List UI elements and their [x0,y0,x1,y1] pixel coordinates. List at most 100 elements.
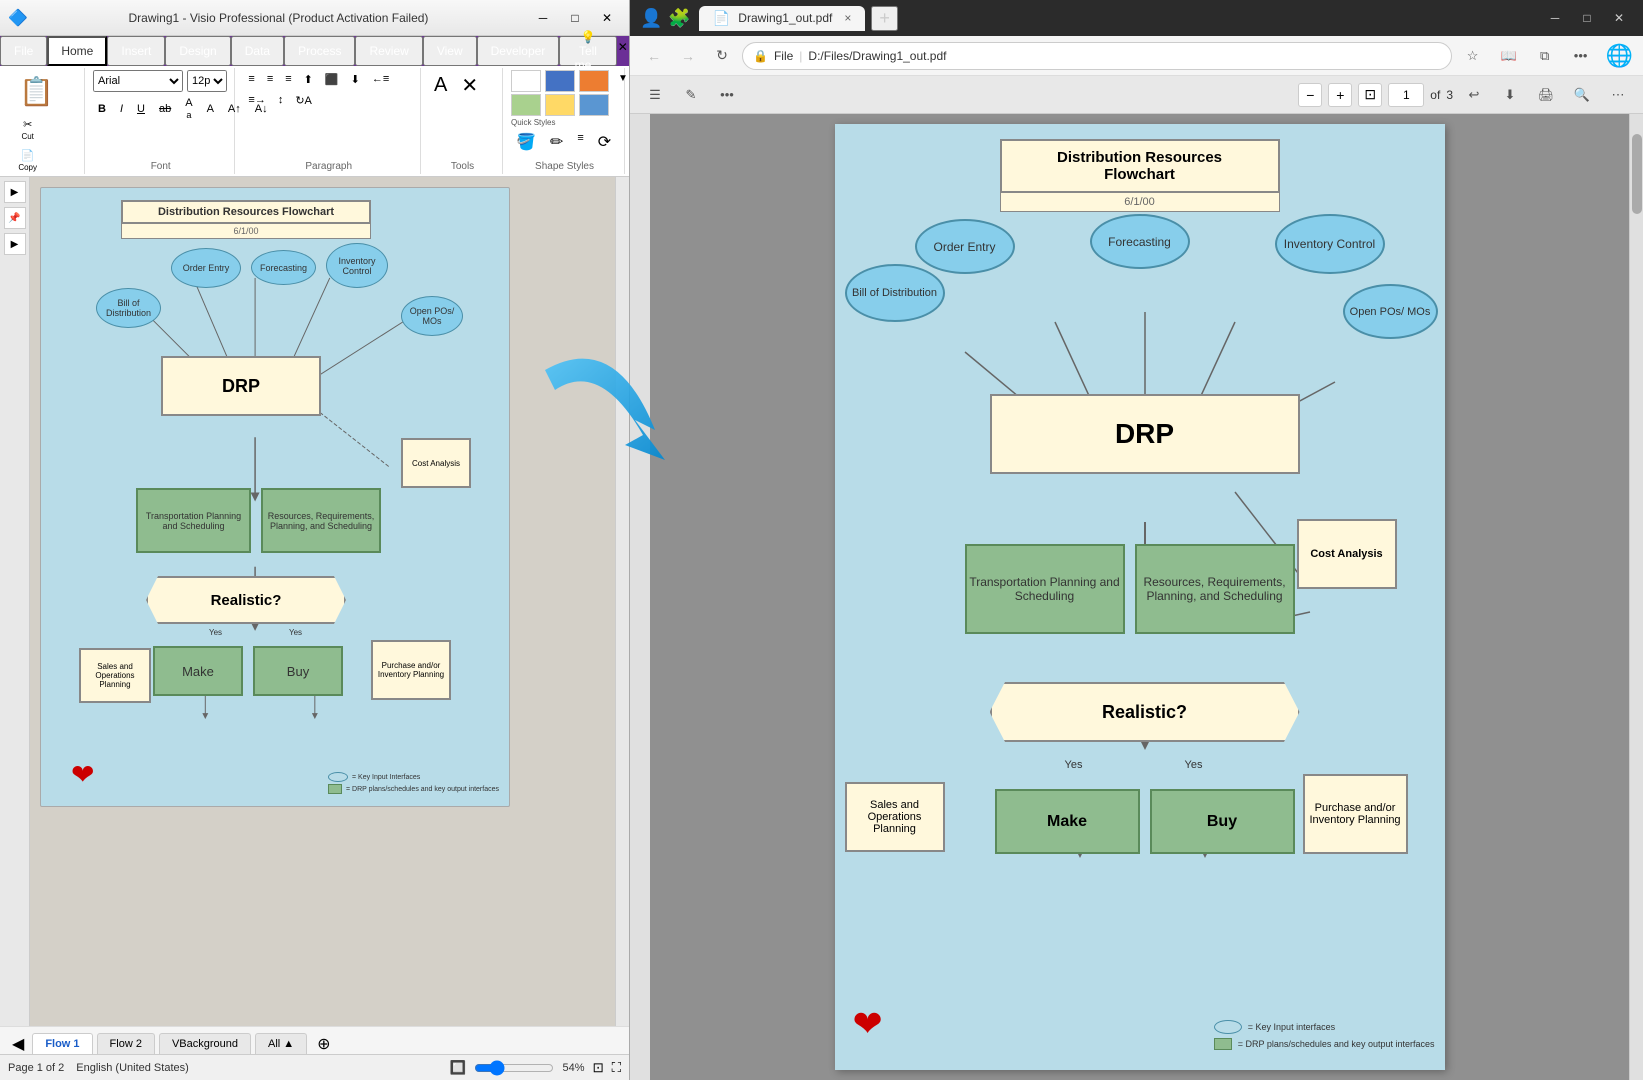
font-size-select[interactable]: 12pt. [187,70,227,92]
sidebar-toggle-button[interactable]: ☰ [640,81,670,109]
pdf-minimize-button[interactable]: ─ [1541,7,1569,29]
pdf-close-button[interactable]: ✕ [1605,7,1633,29]
tab-home[interactable]: Home [47,36,107,66]
style-3[interactable] [579,70,609,92]
diagram-canvas[interactable]: Distribution Resources Flowchart 6/1/00 … [30,177,615,1026]
pdf-active-tab[interactable]: 📄 Drawing1_out.pdf × [699,6,866,31]
favorites-button[interactable]: ☆ [1458,42,1488,70]
align-left-button[interactable]: ≡ [243,70,259,89]
save-pdf-button[interactable]: ⬇ [1495,81,1525,109]
pin-button[interactable]: 📌 [4,207,26,229]
tab-vbackground[interactable]: VBackground [159,1033,251,1054]
add-sheet-button[interactable]: ⊕ [311,1034,336,1054]
back-button[interactable]: ← [640,42,668,70]
profile-icon[interactable]: 👤 [640,8,662,29]
tab-tell-me[interactable]: 💡 Tell me... [559,36,616,66]
style-2[interactable] [545,70,575,92]
realistic-node: Realistic? [146,576,346,624]
pdf-scroll-thumb[interactable] [1632,134,1642,214]
tab-developer[interactable]: Developer [477,36,560,66]
tab-process[interactable]: Process [284,36,355,66]
fill-color-button[interactable]: 🪣 [511,129,541,155]
extensions-icon[interactable]: 🧩 [668,8,690,29]
paragraph-label: Paragraph [243,159,414,172]
zoom-fit-button[interactable]: ⊡ [592,1060,603,1076]
copy-button[interactable]: 📄 Copy [10,146,45,175]
more-options-button[interactable]: ••• [1566,42,1596,70]
increase-indent-button[interactable]: ≡→ [243,91,270,110]
pdf-diagram-title: Distribution Resources Flowchart [1000,139,1280,193]
pdf-search-button[interactable]: 🔍 [1567,81,1597,109]
decrease-indent-button[interactable]: ←≡ [367,70,394,89]
fit-button[interactable]: 🔲 [450,1060,467,1076]
more-tools-button[interactable]: ••• [712,81,742,109]
forward-button[interactable]: → [674,42,702,70]
align-top-button[interactable]: ⬆ [299,70,318,89]
fit-page-button[interactable]: ⊡ [1358,83,1382,107]
zoom-out-button[interactable]: − [1298,83,1322,107]
expand-shapes-button[interactable]: ▶ [4,181,26,203]
rotate-button[interactable]: ↩ [1459,81,1489,109]
page-number-input[interactable] [1388,83,1424,107]
pdf-restore-button[interactable]: □ [1573,7,1601,29]
strikethrough-button[interactable]: ab [154,100,176,118]
style-5[interactable] [545,94,575,116]
zoom-slider[interactable] [474,1060,554,1076]
style-6[interactable] [579,94,609,116]
tab-data[interactable]: Data [231,36,284,66]
yes-label-1: Yes [209,628,222,637]
tab-design[interactable]: Design [165,36,230,66]
tab-view[interactable]: View [423,36,477,66]
tab-flow2[interactable]: Flow 2 [97,1033,155,1054]
line-weight-button[interactable]: ≡ [572,129,588,155]
align-bottom-button[interactable]: ⬇ [346,70,365,89]
close-button[interactable]: ✕ [593,7,621,29]
tab-all[interactable]: All ▲ [255,1033,307,1054]
cursor-tool-button[interactable]: ✎ [676,81,706,109]
file-label: File [774,49,793,63]
align-right-button[interactable]: ≡ [280,70,296,89]
tab-insert[interactable]: Insert [107,36,165,66]
bold-button[interactable]: B [93,100,111,118]
canvas-scroll-right[interactable] [615,177,629,1026]
pdf-page-area[interactable]: Distribution Resources Flowchart 6/1/00 … [650,114,1629,1080]
font-name-select[interactable]: Arial [93,70,183,92]
scroll-tabs-left[interactable]: ◀ [8,1034,28,1054]
visio-titlebar: 🔷 Drawing1 - Visio Professional (Product… [0,0,629,36]
text-direction-button[interactable]: ↻A [290,91,317,110]
full-screen-button[interactable]: ⛶ [612,1060,621,1076]
expand-button[interactable]: ▶ [4,233,26,255]
pdf-tab-close[interactable]: × [844,11,851,25]
tab-flow1[interactable]: Flow 1 [32,1033,92,1054]
paste-button[interactable]: 📋 [10,70,63,113]
collections-button[interactable]: ⧉ [1530,42,1560,70]
text-box-button[interactable]: A [429,71,452,100]
tab-file[interactable]: File [0,36,47,66]
print-button[interactable]: 🖨 [1531,81,1561,109]
italic-button[interactable]: I [115,100,128,118]
restore-button[interactable]: □ [561,7,589,29]
ribbon-close-button[interactable]: ✕ [617,36,629,58]
line-spacing-button[interactable]: ↕ [273,91,289,110]
pdf-more-button[interactable]: ⋯ [1603,81,1633,109]
underline-button[interactable]: U [132,100,150,118]
subscript-button[interactable]: Aa [180,94,197,123]
font-color-button[interactable]: A [202,100,219,118]
style-4[interactable] [511,94,541,116]
cut-button[interactable]: ✂ Cut [10,115,45,144]
minimize-button[interactable]: ─ [529,7,557,29]
status-right: 🔲 54% ⊡ ⛶ [450,1060,621,1076]
align-center-button[interactable]: ≡ [262,70,278,89]
refresh-button[interactable]: ↻ [708,42,736,70]
insert-shape-button[interactable]: ✕ [456,70,483,101]
address-bar[interactable]: 🔒 File | D:/Files/Drawing1_out.pdf [742,42,1452,70]
effects-button[interactable]: ⟳ [593,129,616,155]
align-middle-button[interactable]: ⬛ [320,70,344,89]
read-view-button[interactable]: 📖 [1494,42,1524,70]
pdf-scrollbar-right[interactable] [1629,114,1643,1080]
style-1[interactable] [511,70,541,92]
tab-review[interactable]: Review [355,36,422,66]
zoom-in-button[interactable]: + [1328,83,1352,107]
new-tab-button[interactable]: + [871,6,898,31]
line-color-button[interactable]: ✏ [545,129,568,155]
